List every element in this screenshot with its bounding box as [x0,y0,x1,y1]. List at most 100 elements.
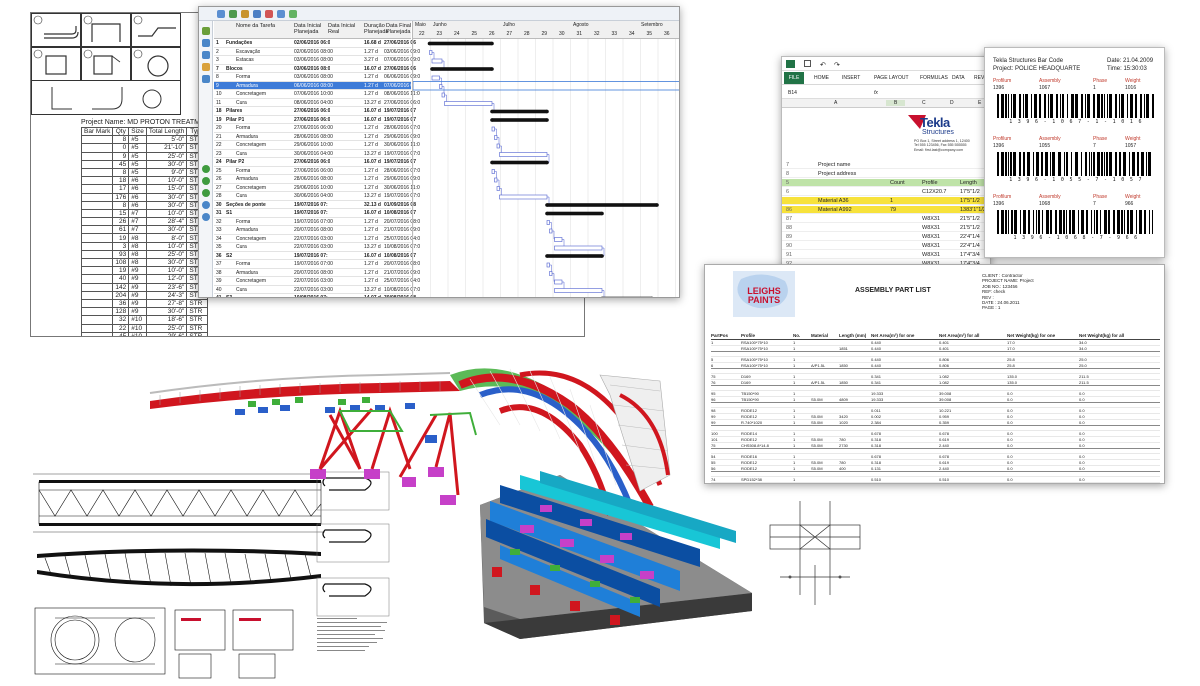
gantt-task-row[interactable]: 10 Concretagem 07/06/2016 10:00 1.27 d 08/06… [214,90,420,99]
excel-row[interactable]: 89 W8X31 22'4"1/4 [782,233,990,242]
excel-cell[interactable]: W8X31 [922,215,940,223]
excel-row[interactable]: Material A36117'5"1/21,3 [782,197,990,206]
excel-row[interactable]: 7 Project name [782,161,990,170]
gantt-task-row[interactable]: 3 Estacas 03/06/2016 08:00 3.27 d 07/06/2016… [214,56,420,65]
gantt-task-row[interactable]: 39 Concretagem 22/07/2016 03:00 1.27 d 25/07… [214,277,420,286]
excel-row[interactable]: 6C12X20.717'5"1/21,3 [782,188,990,197]
excel-cell[interactable]: W8X31 [922,233,940,241]
gantt-task-row[interactable]: 21 Armadura 28/06/2016 08:00 1.27 d 29/06/20… [214,133,420,141]
excel-cell[interactable]: W8X31 [922,242,940,250]
new-task-icon[interactable] [217,10,225,18]
gantt-task-row[interactable]: 40 Cura 22/07/2016 03:00 13.27 d 10/08/2016 … [214,286,420,294]
gantt-task-bar[interactable] [491,126,495,132]
excel-cell[interactable]: 17'4"3/4 [960,251,980,259]
col-b[interactable]: B [886,100,906,106]
tab-home[interactable]: HOME [814,75,829,81]
settings-icon[interactable] [202,75,210,83]
excel-cell[interactable]: Project address [818,170,856,178]
gantt-task-row[interactable]: 28 Cura 30/06/2016 04:00 13.27 d 19/07/2016 … [214,192,420,201]
zoom-out-icon[interactable] [202,177,210,185]
fit-icon[interactable] [202,189,210,197]
gantt-task-row[interactable]: 7 Blocos 03/06/2016 08:0 16.07 d 27/06/2016 … [214,65,416,73]
gantt-task-bar[interactable] [496,186,500,191]
tab-review[interactable]: REV [974,75,984,81]
gantt-summary-bar[interactable] [429,41,493,46]
gantt-summary-bar[interactable] [491,118,548,122]
excel-row[interactable]: 88 W8X31 21'5"1/2 [782,224,990,233]
gantt-task-row[interactable]: 32 Forma 19/07/2016 07:00 1.27 d 20/07/2016 … [214,218,420,226]
gantt-task-row[interactable]: 31 S1 19/07/2016 07: 16.07 d 10/08/2016 07 [214,209,416,218]
gantt-task-row[interactable]: 27 Concretagem 29/06/2016 10:00 1.27 d 30/06… [214,184,420,192]
gantt-task-bar[interactable] [431,58,443,64]
excel-cell[interactable]: 21'5"1/2 [960,224,980,232]
gantt-task-row[interactable]: 2 Escavação 02/06/2016 08:00 1.27 d 03/06/20… [214,48,420,56]
excel-cell[interactable]: Project name [818,161,850,169]
excel-cell[interactable]: 1 [890,197,893,205]
gantt-task-row[interactable]: 20 Forma 27/06/2016 06:00 1.27 d 28/06/2016 … [214,124,420,133]
gantt-summary-bar[interactable] [491,160,548,165]
zoom-in-icon[interactable] [202,165,210,173]
link-tasks-icon[interactable] [253,10,261,18]
tab-insert[interactable]: INSERT [842,75,860,81]
gantt-task-bar[interactable] [494,177,498,183]
col-task-name[interactable]: Nome da Tarefa [236,23,275,29]
gantt-summary-bar[interactable] [546,211,603,216]
gantt-task-row[interactable]: 19 Pilar P1 27/06/2016 06:0 16.07 d 19/07/20… [214,116,416,124]
excel-cell[interactable]: Profile [922,179,938,187]
gantt-task-bar[interactable] [494,135,498,140]
save-icon[interactable] [804,60,811,67]
excel-cell[interactable]: 17'5"1/2 [960,197,980,205]
excel-row[interactable]: 90 W8X31 22'4"1/4 [782,242,990,251]
excel-cell[interactable]: 21'5"1/2 [960,215,980,223]
gantt-task-bar[interactable] [431,75,440,81]
resource-icon[interactable] [202,39,210,47]
refresh-icon[interactable] [289,10,297,18]
gantt-task-bar[interactable] [496,143,500,149]
filter-icon[interactable] [202,63,210,71]
gantt-task-row[interactable]: 36 S2 19/07/2016 07: 16.07 d 10/08/2016 07 [214,252,416,260]
zoom-icon[interactable] [277,10,285,18]
excel-cell[interactable]: C12X20.7 [922,188,946,196]
gantt-task-row[interactable]: 37 Forma 19/07/2016 07:00 1.27 d 20/07/2016 … [214,260,420,269]
gantt-task-bar[interactable] [439,84,443,89]
gantt-task-row[interactable]: 35 Cura 22/07/2016 03:00 13.27 d 10/08/2016 … [214,243,420,252]
tab-page-layout[interactable]: PAGE LAYOUT [874,75,909,81]
excel-cell[interactable]: 22'4"1/4 [960,233,980,241]
excel-cell[interactable]: W8X31 [922,224,940,232]
undo-icon[interactable]: ↶ [820,61,826,69]
gantt-task-row[interactable]: 24 Pilar P2 27/06/2016 06:0 16.07 d 19/07/20… [214,158,416,167]
gantt-task-row[interactable]: 41 S3 10/08/2016 07: 14.07 d 30/08/2016 08 [214,294,416,297]
excel-cell[interactable]: W8X31 [922,251,940,259]
gantt-summary-bar[interactable] [546,203,658,207]
gantt-summary-bar[interactable] [601,296,653,298]
outdent-icon[interactable] [241,10,249,18]
gantt-task-row[interactable]: 25 Forma 27/06/2016 06:00 1.27 d 28/06/2016 … [214,167,420,175]
excel-cell[interactable]: 79 [890,206,896,214]
col-start-planned[interactable]: Data Inicial Planejada [294,23,328,35]
gantt-task-row[interactable]: 8 Forma 03/06/2016 08:00 1.27 d 06/06/2016 0… [214,73,420,82]
col-e[interactable]: E [978,100,981,106]
excel-row[interactable]: 91 W8X31 17'4"3/4 [782,251,990,260]
gantt-task-bar[interactable] [554,245,603,251]
excel-cell[interactable]: Length [960,179,977,187]
gantt-task-bar[interactable] [546,262,550,268]
gantt-task-row[interactable]: 22 Concretagem 29/06/2016 10:00 1.27 d 30/06… [214,141,420,150]
search-icon[interactable] [202,201,210,209]
gantt-task-row[interactable]: 33 Armadura 20/07/2016 08:00 1.27 d 21/07/20… [214,226,420,235]
bridge-3d-model-view[interactable] [140,335,760,645]
excel-cell[interactable]: Material A992 [818,206,852,214]
excel-cell[interactable]: 17'5"1/2 [960,188,980,196]
gantt-task-bar[interactable] [554,279,563,285]
gantt-summary-bar[interactable] [491,109,548,114]
gantt-task-row[interactable]: 1 Fundações 02/06/2016 06:0 16.68 d 27/06/20… [214,39,416,48]
excel-cell[interactable]: Material A36 [818,197,849,205]
tab-data[interactable]: DATA [952,75,965,81]
gantt-task-bar[interactable] [499,152,548,157]
fx-icon[interactable]: fx [874,90,878,96]
tab-formulas[interactable]: FORMULAS [920,75,948,81]
excel-cell[interactable]: 1383'1"1/2 [960,206,986,214]
gantt-task-bar[interactable] [554,288,603,293]
gantt-task-bar[interactable] [549,271,553,276]
gantt-task-row[interactable]: 18 Pilares 27/06/2016 06:0 16.07 d 19/07/201… [214,107,416,116]
gantt-task-row[interactable]: 11 Cura 08/06/2016 04:00 13.27 d 27/06/2016 … [214,99,420,107]
